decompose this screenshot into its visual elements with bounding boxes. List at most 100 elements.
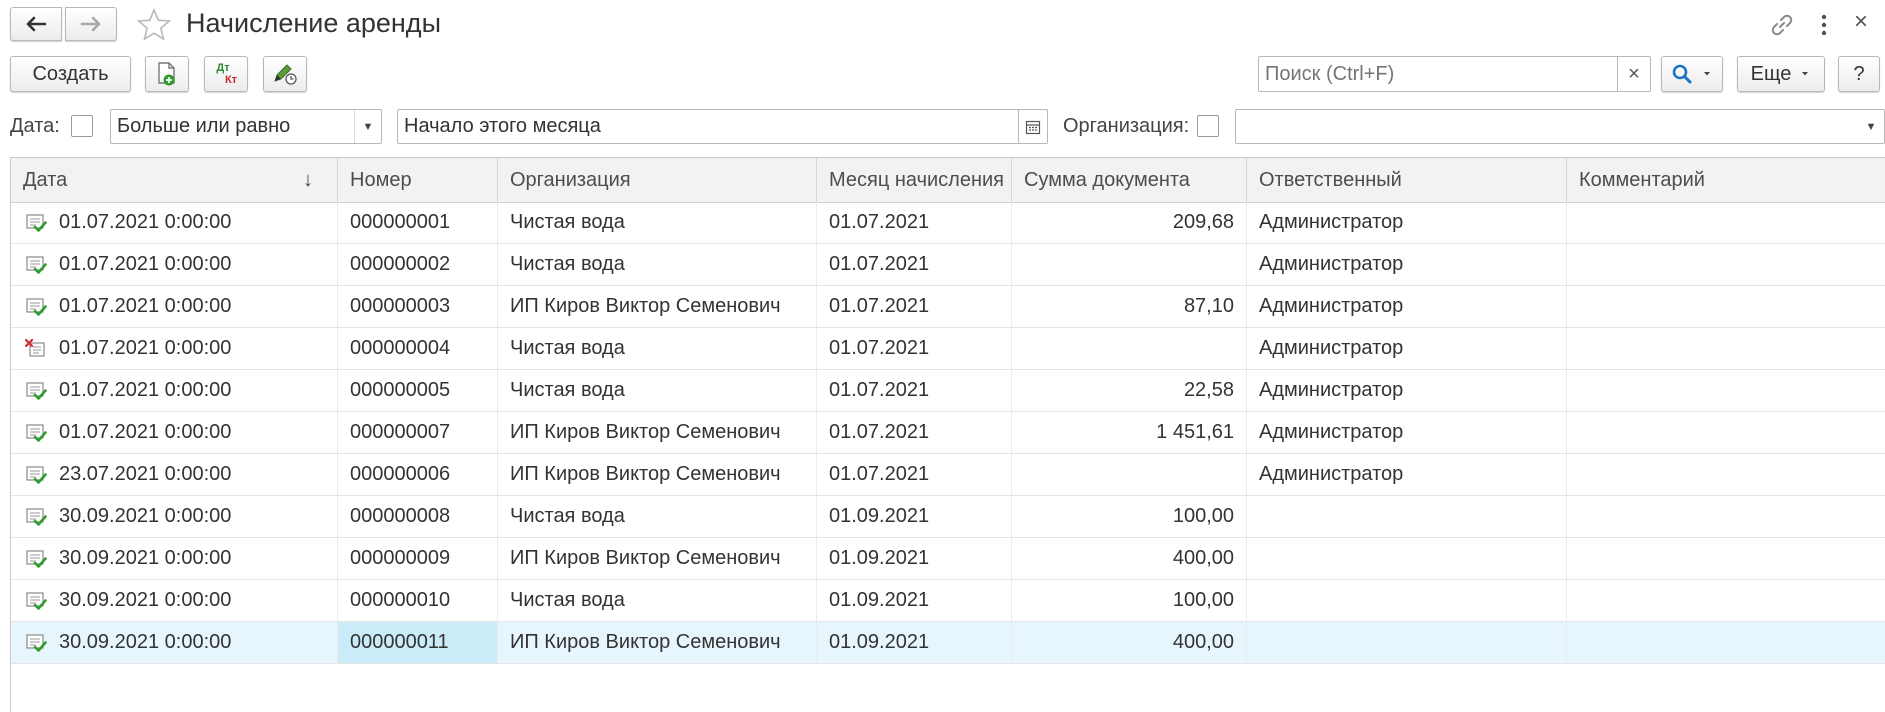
cell-org[interactable]: Чистая вода [498,370,817,411]
cell-date[interactable]: 30.09.2021 0:00:00 [11,496,338,537]
cell-sum[interactable]: 1 451,61 [1012,412,1247,453]
more-button[interactable]: Еще [1737,56,1825,92]
table-row[interactable]: 01.07.2021 0:00:00 000000002 Чистая вода 01… [11,244,1885,286]
cell-sum[interactable]: 87,10 [1012,286,1247,327]
dt-kt-button[interactable]: Дт Кт [204,56,248,92]
cell-sum[interactable]: 100,00 [1012,496,1247,537]
table-row[interactable]: 01.07.2021 0:00:00 000000007 ИП Киров Викт… [11,412,1885,454]
cell-month[interactable]: 01.07.2021 [817,244,1012,285]
cell-number[interactable]: 000000003 [338,286,498,327]
table-row[interactable]: 01.07.2021 0:00:00 000000005 Чистая вода 01… [11,370,1885,412]
cell-date[interactable]: 01.07.2021 0:00:00 [11,370,338,411]
cell-number[interactable]: 000000007 [338,412,498,453]
cell-sum[interactable]: 400,00 [1012,538,1247,579]
forward-button[interactable] [65,7,117,41]
cell-org[interactable]: Чистая вода [498,328,817,369]
cell-sum[interactable]: 100,00 [1012,580,1247,621]
cell-sum[interactable] [1012,328,1247,369]
help-button[interactable]: ? [1838,56,1880,92]
cell-sum[interactable] [1012,244,1247,285]
cell-number[interactable]: 000000010 [338,580,498,621]
cell-responsible[interactable]: Администратор [1247,454,1567,495]
dropdown-arrow-icon[interactable]: ▼ [354,110,381,143]
column-header-month[interactable]: Месяц начисления [817,158,1012,202]
more-actions-button[interactable] [1816,12,1832,38]
column-header-sum[interactable]: Сумма документа [1012,158,1247,202]
cell-number[interactable]: 000000008 [338,496,498,537]
dropdown-arrow-icon[interactable]: ▼ [1858,110,1884,143]
org-filter-checkbox[interactable] [1197,115,1219,137]
column-header-org[interactable]: Организация [498,158,817,202]
cell-responsible[interactable]: Администратор [1247,202,1567,243]
cell-month[interactable]: 01.09.2021 [817,496,1012,537]
back-button[interactable] [10,7,62,41]
cell-responsible[interactable] [1247,622,1567,663]
cell-comment[interactable] [1567,580,1885,621]
cell-date[interactable]: 01.07.2021 0:00:00 [11,286,338,327]
cell-date[interactable]: 30.09.2021 0:00:00 [11,538,338,579]
edit-history-button[interactable] [263,56,307,92]
cell-number[interactable]: 000000005 [338,370,498,411]
cell-org[interactable]: ИП Киров Виктор Семенович [498,286,817,327]
search-clear-button[interactable]: × [1617,56,1651,92]
cell-month[interactable]: 01.07.2021 [817,412,1012,453]
cell-org[interactable]: Чистая вода [498,244,817,285]
cell-responsible[interactable]: Администратор [1247,244,1567,285]
date-value-field[interactable]: Начало этого месяца ▼ [397,109,1048,144]
create-button[interactable]: Создать [10,56,131,92]
cell-date[interactable]: 30.09.2021 0:00:00 [11,622,338,663]
cell-date[interactable]: 01.07.2021 0:00:00 [11,244,338,285]
cell-number[interactable]: 000000009 [338,538,498,579]
table-row[interactable]: 23.07.2021 0:00:00 000000006 ИП Киров Викт… [11,454,1885,496]
documents-table[interactable]: Дата ↓ Номер Организация Месяц начислени… [10,157,1885,712]
cell-comment[interactable] [1567,622,1885,663]
cell-org[interactable]: Чистая вода [498,580,817,621]
table-row[interactable]: 01.07.2021 0:00:00 000000003 ИП Киров Викт… [11,286,1885,328]
cell-responsible[interactable]: Администратор [1247,286,1567,327]
column-header-responsible[interactable]: Ответственный [1247,158,1567,202]
cell-number[interactable]: 000000011 [338,622,498,663]
link-button[interactable] [1769,12,1795,38]
cell-org[interactable]: Чистая вода [498,496,817,537]
cell-date[interactable]: 01.07.2021 0:00:00 [11,328,338,369]
cell-sum[interactable]: 22,58 [1012,370,1247,411]
cell-responsible[interactable] [1247,538,1567,579]
table-row[interactable]: 30.09.2021 0:00:00 000000010 Чистая вода 01… [11,580,1885,622]
copy-document-button[interactable] [145,56,189,92]
cell-responsible[interactable] [1247,580,1567,621]
cell-number[interactable]: 000000006 [338,454,498,495]
table-row[interactable]: 30.09.2021 0:00:00 000000009 ИП Киров Викт… [11,538,1885,580]
org-select[interactable]: ▼ [1235,109,1885,144]
search-options-button[interactable] [1661,56,1723,92]
column-header-comment[interactable]: Комментарий [1567,158,1885,202]
cell-sum[interactable]: 400,00 [1012,622,1247,663]
table-row[interactable]: 01.07.2021 0:00:00 000000004 Чистая вода 01… [11,328,1885,370]
table-row[interactable]: 30.09.2021 0:00:00 000000008 Чистая вода 01… [11,496,1885,538]
cell-number[interactable]: 000000002 [338,244,498,285]
cell-month[interactable]: 01.09.2021 [817,580,1012,621]
cell-month[interactable]: 01.07.2021 [817,286,1012,327]
cell-responsible[interactable]: Администратор [1247,328,1567,369]
cell-responsible[interactable]: Администратор [1247,370,1567,411]
table-row[interactable]: 30.09.2021 0:00:00 000000011 ИП Киров Викт… [11,622,1885,664]
cell-org[interactable]: ИП Киров Виктор Семенович [498,454,817,495]
date-condition-select[interactable]: Больше или равно ▼ [110,109,382,144]
cell-org[interactable]: ИП Киров Виктор Семенович [498,538,817,579]
cell-sum[interactable] [1012,454,1247,495]
cell-month[interactable]: 01.07.2021 [817,328,1012,369]
cell-month[interactable]: 01.07.2021 [817,454,1012,495]
cell-org[interactable]: Чистая вода [498,202,817,243]
cell-date[interactable]: 23.07.2021 0:00:00 [11,454,338,495]
calendar-button[interactable] [1018,109,1048,144]
cell-responsible[interactable] [1247,496,1567,537]
cell-month[interactable]: 01.09.2021 [817,538,1012,579]
cell-comment[interactable] [1567,286,1885,327]
cell-org[interactable]: ИП Киров Виктор Семенович [498,622,817,663]
table-row[interactable]: 01.07.2021 0:00:00 000000001 Чистая вода 01… [11,202,1885,244]
date-filter-checkbox[interactable] [71,115,93,137]
cell-date[interactable]: 30.09.2021 0:00:00 [11,580,338,621]
favorite-button[interactable] [136,7,172,43]
cell-number[interactable]: 000000004 [338,328,498,369]
cell-comment[interactable] [1567,496,1885,537]
cell-comment[interactable] [1567,538,1885,579]
